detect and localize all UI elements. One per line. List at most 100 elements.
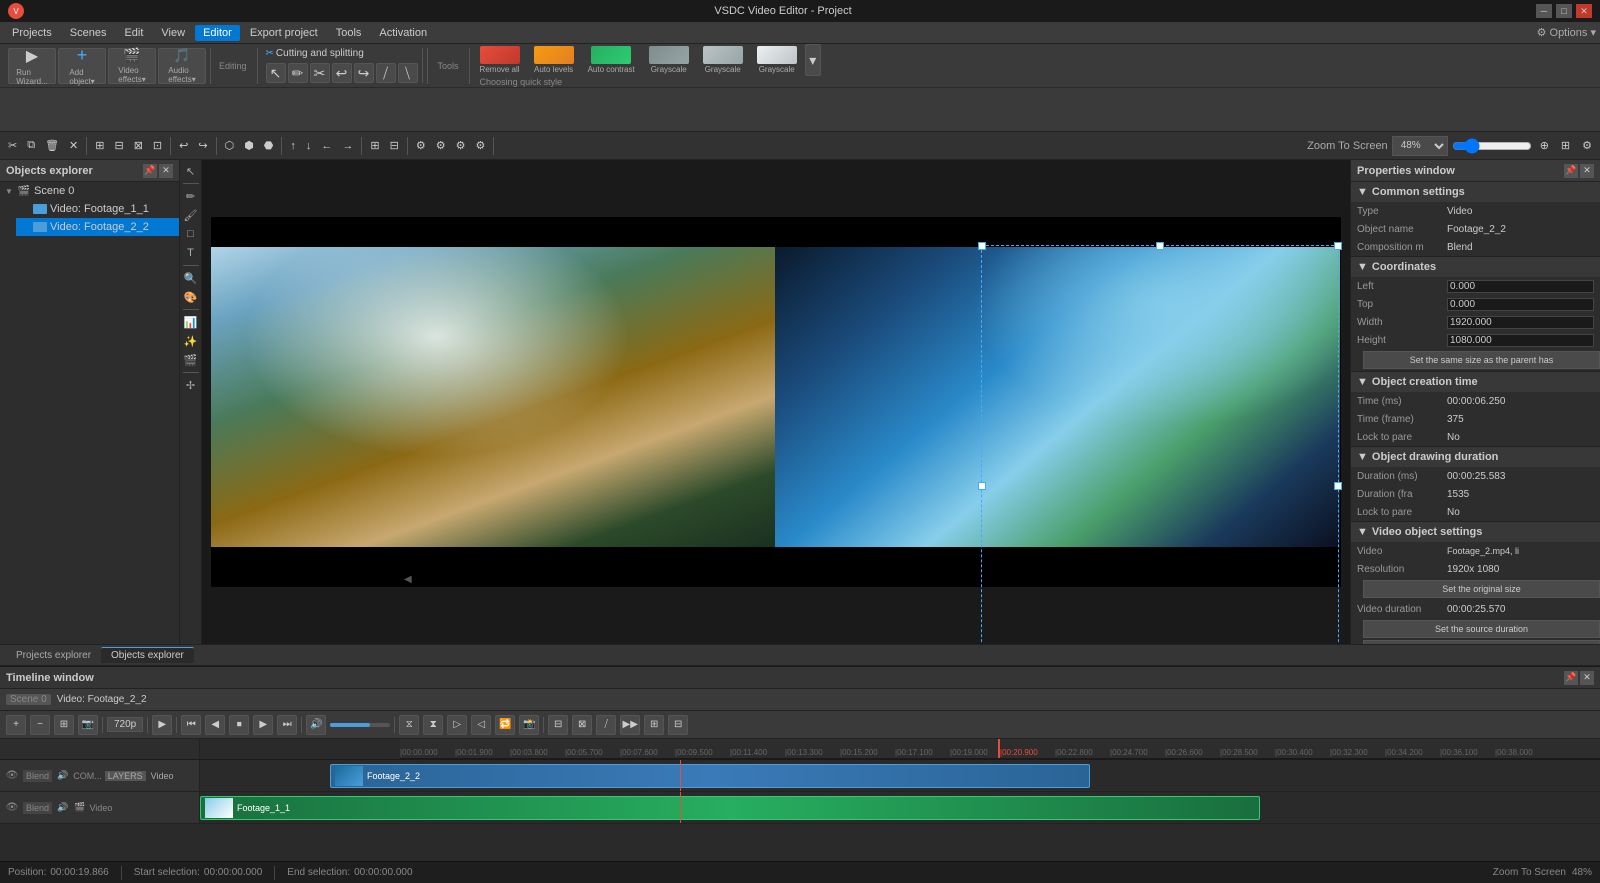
- tool-merge[interactable]: ⧹: [398, 63, 418, 83]
- track-visibility-footage1[interactable]: 👁: [4, 800, 20, 816]
- edit-fx2[interactable]: ⚙: [432, 135, 450, 157]
- vtool-shape[interactable]: □: [182, 225, 200, 243]
- tl-split[interactable]: ⧸: [596, 715, 616, 735]
- quick-style-grayscale3[interactable]: Grayscale: [751, 44, 803, 76]
- vtool-chart[interactable]: 📊: [182, 313, 200, 331]
- quick-style-grayscale2[interactable]: Grayscale: [697, 44, 749, 76]
- set-original-size-button[interactable]: Set the original size: [1363, 580, 1600, 598]
- menu-activation[interactable]: Activation: [371, 25, 435, 41]
- tool-pencil[interactable]: ✏: [288, 63, 308, 83]
- tl-extra2[interactable]: ⊟: [668, 715, 688, 735]
- prop-common-header[interactable]: ▼ Common settings: [1351, 182, 1600, 202]
- zoom-more[interactable]: ⚙: [1578, 135, 1596, 157]
- edit-undo[interactable]: ↩: [175, 135, 192, 157]
- clip-footage2-timeline[interactable]: Footage_2_2: [330, 764, 1090, 788]
- vtool-color[interactable]: 🎨: [182, 288, 200, 306]
- edit-align-right[interactable]: ⊡: [149, 135, 166, 157]
- edit-arr4[interactable]: →: [338, 135, 357, 157]
- tab-objects-explorer[interactable]: Objects explorer: [101, 647, 194, 663]
- vtool-zoom[interactable]: 🔍: [182, 269, 200, 287]
- objects-panel-pin[interactable]: 📌: [143, 164, 157, 178]
- set-source-duration-button[interactable]: Set the source duration: [1363, 620, 1600, 638]
- edit-copy[interactable]: ⧉: [23, 135, 39, 157]
- tool-redo[interactable]: ↪: [354, 63, 374, 83]
- tl-marker4[interactable]: ◁: [471, 715, 491, 735]
- zoom-fit[interactable]: ⊞: [1557, 135, 1574, 157]
- cutting-splitting-button[interactable]: Cutting and splitting: [1363, 640, 1600, 644]
- volume-slider[interactable]: [330, 723, 390, 727]
- menu-projects[interactable]: Projects: [4, 25, 60, 41]
- tree-item-footage2[interactable]: Video: Footage_2_2: [16, 218, 179, 236]
- tl-align-right[interactable]: ⊠: [572, 715, 592, 735]
- tl-snapshot[interactable]: 📸: [519, 715, 539, 735]
- options-label[interactable]: ⚙ Options ▾: [1537, 26, 1596, 39]
- properties-close[interactable]: ✕: [1580, 164, 1594, 178]
- timeline-pin[interactable]: 📌: [1564, 671, 1578, 685]
- edit-select-all[interactable]: ⊞: [91, 135, 108, 157]
- properties-pin[interactable]: 📌: [1564, 164, 1578, 178]
- tl-align-left[interactable]: ⊟: [548, 715, 568, 735]
- edit-more2[interactable]: ⬢: [240, 135, 258, 157]
- tl-add-scene[interactable]: +: [6, 715, 26, 735]
- tl-stop[interactable]: ⏹: [229, 715, 249, 735]
- edit-cut[interactable]: ✂: [4, 135, 21, 157]
- tl-camera[interactable]: 📷: [78, 715, 98, 735]
- video-effects-button[interactable]: 🎬 Videoeffects▾: [108, 48, 156, 84]
- edit-ungroup[interactable]: ⊟: [386, 135, 403, 157]
- tl-more[interactable]: ▶▶: [620, 715, 640, 735]
- vtool-text[interactable]: T: [182, 244, 200, 262]
- menu-view[interactable]: View: [153, 25, 193, 41]
- vtool-cursor[interactable]: ↖: [182, 162, 200, 180]
- tool-undo[interactable]: ↩: [332, 63, 352, 83]
- maximize-button[interactable]: □: [1556, 4, 1572, 18]
- track-layers-footage2[interactable]: COM...: [73, 771, 102, 781]
- prop-video-settings-header[interactable]: ▼ Video object settings: [1351, 522, 1600, 542]
- tl-next-frame[interactable]: ▶: [253, 715, 273, 735]
- edit-more3[interactable]: ⬣: [260, 135, 278, 157]
- audio-effects-button[interactable]: 🎵 Audioeffects▾: [158, 48, 206, 84]
- tool-split[interactable]: ⧸: [376, 63, 396, 83]
- menu-export[interactable]: Export project: [242, 25, 326, 41]
- edit-more1[interactable]: ⬡: [221, 135, 239, 157]
- add-object-button[interactable]: + Addobject▾: [58, 48, 106, 84]
- tab-projects-explorer[interactable]: Projects explorer: [6, 648, 101, 663]
- zoom-slider[interactable]: [1452, 140, 1532, 152]
- run-wizard-button[interactable]: ▶ RunWizard...: [8, 48, 56, 84]
- quick-style-more[interactable]: ▾: [805, 44, 821, 76]
- edit-x[interactable]: ✕: [65, 135, 82, 157]
- menu-editor[interactable]: Editor: [195, 25, 240, 41]
- objects-panel-close[interactable]: ✕: [159, 164, 173, 178]
- edit-delete[interactable]: 🗑: [41, 135, 63, 157]
- edit-fx3[interactable]: ⚙: [452, 135, 470, 157]
- timeline-close[interactable]: ✕: [1580, 671, 1594, 685]
- set-same-size-button[interactable]: Set the same size as the parent has: [1363, 351, 1600, 369]
- tl-prev-frame[interactable]: ◀: [205, 715, 225, 735]
- tree-item-scene[interactable]: ▼ 🎬 Scene 0: [0, 182, 179, 200]
- clip-footage1-timeline[interactable]: Footage_1_1: [200, 796, 1260, 820]
- tl-marker2[interactable]: ⧗: [423, 715, 443, 735]
- edit-fx[interactable]: ⚙: [412, 135, 430, 157]
- tl-loop[interactable]: 🔁: [495, 715, 515, 735]
- prop-drawing-duration-header[interactable]: ▼ Object drawing duration: [1351, 447, 1600, 467]
- edit-arr1[interactable]: ↑: [286, 135, 300, 157]
- minimize-button[interactable]: ─: [1536, 4, 1552, 18]
- tl-remove[interactable]: −: [30, 715, 50, 735]
- prop-creation-time-header[interactable]: ▼ Object creation time: [1351, 372, 1600, 392]
- track-visibility-footage2[interactable]: 👁: [4, 768, 20, 784]
- vtool-brush[interactable]: 🖌: [182, 206, 200, 224]
- quick-style-auto-levels[interactable]: Auto levels: [528, 44, 580, 76]
- vtool-video[interactable]: 🎬: [182, 351, 200, 369]
- timeline-nav-left[interactable]: ◀: [404, 574, 412, 585]
- tl-extra[interactable]: ⊞: [644, 715, 664, 735]
- edit-align-left[interactable]: ⊟: [110, 135, 127, 157]
- tree-item-footage1[interactable]: Video: Footage_1_1: [16, 200, 179, 218]
- menu-scenes[interactable]: Scenes: [62, 25, 115, 41]
- track-content-footage1[interactable]: Footage_1_1: [200, 792, 1600, 823]
- edit-arr2[interactable]: ↓: [302, 135, 316, 157]
- edit-redo[interactable]: ↪: [194, 135, 211, 157]
- edit-align-center[interactable]: ⊠: [130, 135, 147, 157]
- zoom-reset[interactable]: ⊕: [1536, 135, 1553, 157]
- menu-tools[interactable]: Tools: [328, 25, 370, 41]
- tl-marker1[interactable]: ⧖: [399, 715, 419, 735]
- quick-style-auto-contrast[interactable]: Auto contrast: [582, 44, 641, 76]
